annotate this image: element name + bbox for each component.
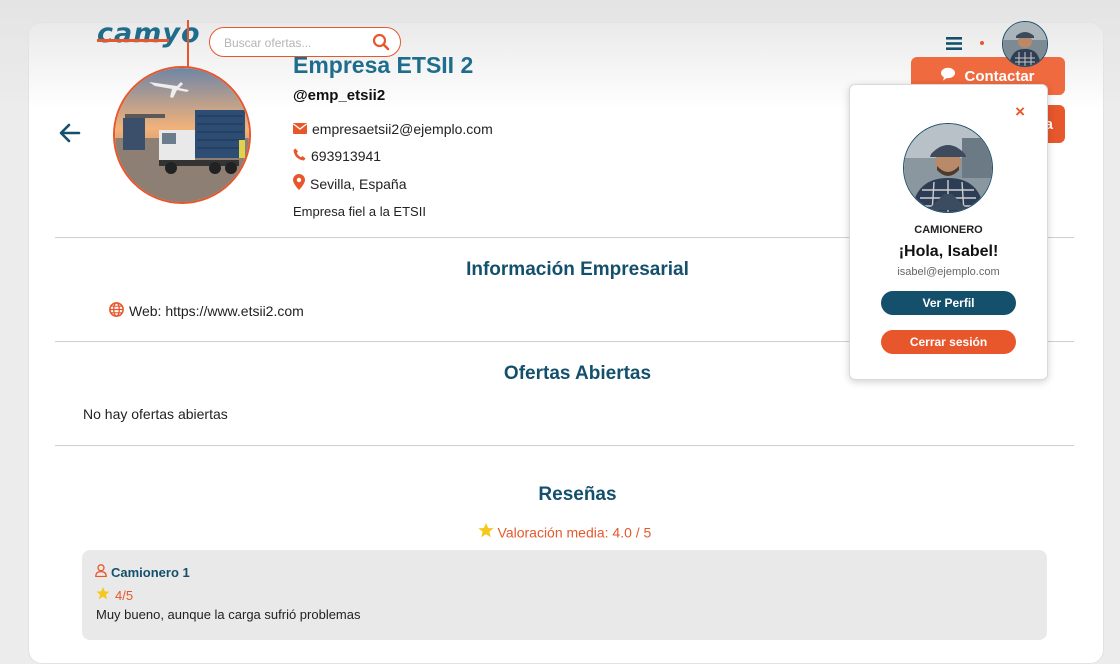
user-role: CAMIONERO xyxy=(914,224,983,236)
location-row: Sevilla, España xyxy=(293,174,407,193)
star-icon xyxy=(96,587,110,603)
email-row: empresaetsii2@ejemplo.com xyxy=(293,121,493,137)
location-pin-icon xyxy=(293,174,305,193)
logo-stripe xyxy=(97,39,169,42)
user-avatar[interactable] xyxy=(1002,21,1048,67)
popup-avatar xyxy=(903,123,993,213)
contact-button-label: Contactar xyxy=(964,67,1035,85)
phone-icon xyxy=(293,148,306,164)
user-greeting: ¡Hola, Isabel! xyxy=(898,243,999,260)
header-divider xyxy=(187,20,189,68)
mail-icon xyxy=(293,121,307,137)
chat-icon xyxy=(941,67,958,85)
website-link[interactable]: Web: https://www.etsii2.com xyxy=(129,303,304,319)
divider xyxy=(55,445,1074,446)
view-profile-button[interactable]: Ver Perfil xyxy=(881,291,1016,315)
company-phone[interactable]: 693913941 xyxy=(311,148,381,164)
logout-button[interactable]: Cerrar sesión xyxy=(881,330,1016,354)
review-author[interactable]: Camionero 1 xyxy=(111,565,190,580)
close-icon[interactable]: × xyxy=(1015,103,1025,120)
company-description: Empresa fiel a la ETSII xyxy=(293,204,426,219)
star-icon xyxy=(478,523,498,541)
average-rating-text: Valoración media: 4.0 / 5 xyxy=(497,524,652,541)
review-score: 4/5 xyxy=(115,587,134,603)
company-email[interactable]: empresaetsii2@ejemplo.com xyxy=(312,121,493,137)
search-box[interactable] xyxy=(209,27,401,57)
company-handle: @emp_etsii2 xyxy=(293,87,386,104)
phone-row: 693913941 xyxy=(293,148,381,164)
website-row: Web: https://www.etsii2.com xyxy=(109,302,304,320)
reviews-title: Reseñas xyxy=(538,484,617,505)
company-profile-image xyxy=(113,66,251,204)
company-location: Sevilla, España xyxy=(310,175,407,192)
search-input[interactable] xyxy=(222,32,371,54)
user-email: isabel@ejemplo.com xyxy=(897,266,1000,278)
user-icon xyxy=(95,564,107,580)
camyo-logo[interactable]: camyo xyxy=(97,18,201,49)
back-arrow-icon[interactable] xyxy=(58,122,82,149)
user-menu-popup: × CAMIONERO ¡Hola, Isabel! isabel@ejempl… xyxy=(849,84,1048,380)
search-icon[interactable] xyxy=(372,33,390,56)
review-card: Camionero 1 4/5 Muy bueno, aunque la car… xyxy=(82,550,1047,640)
review-author-row: Camionero 1 xyxy=(95,564,190,580)
logo-text: camyo xyxy=(97,18,201,49)
no-offers-text: No hay ofertas abiertas xyxy=(83,406,228,422)
hamburger-menu-icon[interactable] xyxy=(946,37,962,55)
average-rating: Valoración media: 4.0 / 5 xyxy=(55,523,1074,541)
globe-icon xyxy=(109,302,124,320)
review-text: Muy bueno, aunque la carga sufrió proble… xyxy=(96,607,361,622)
review-score-row: 4/5 xyxy=(96,587,133,603)
notification-dot xyxy=(980,41,984,45)
